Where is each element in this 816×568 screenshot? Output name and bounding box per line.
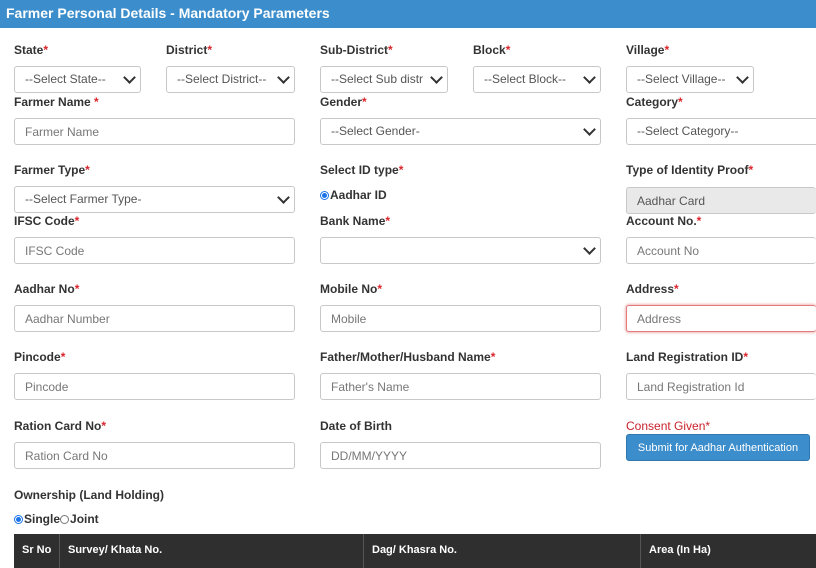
radio-selected-icon xyxy=(320,190,329,200)
ownership-label: Ownership (Land Holding) xyxy=(14,488,164,502)
subdistrict-select[interactable]: --Select Sub distr xyxy=(320,66,448,93)
chevron-down-icon xyxy=(277,71,290,84)
gender-select[interactable]: --Select Gender- xyxy=(320,118,601,145)
address-label: Address* xyxy=(626,282,679,296)
guardian-name-input[interactable] xyxy=(320,373,601,400)
land-reg-id-label: Land Registration ID* xyxy=(626,350,749,364)
bank-name-label: Bank Name* xyxy=(320,214,391,228)
state-label: State* xyxy=(14,43,49,57)
address-input[interactable] xyxy=(626,305,816,332)
col-area: Area (In Ha) xyxy=(649,544,711,556)
village-select[interactable]: --Select Village-- xyxy=(626,66,754,93)
land-reg-id-input[interactable] xyxy=(626,373,816,400)
dob-input[interactable] xyxy=(320,442,601,469)
farmer-name-input[interactable] xyxy=(14,118,295,145)
id-type-label: Select ID type* xyxy=(320,163,404,177)
ration-card-label: Ration Card No* xyxy=(14,419,107,433)
block-select[interactable]: --Select Block-- xyxy=(473,66,601,93)
farmer-type-label: Farmer Type* xyxy=(14,163,90,177)
pincode-label: Pincode* xyxy=(14,350,66,364)
identity-proof-label: Type of Identity Proof* xyxy=(626,163,754,177)
chevron-down-icon xyxy=(583,242,596,255)
chevron-down-icon xyxy=(583,123,596,136)
aadhar-no-input[interactable] xyxy=(14,305,295,332)
joint-label: Joint xyxy=(70,512,99,526)
ifsc-input[interactable] xyxy=(14,237,295,264)
gender-label: Gender* xyxy=(320,95,367,109)
identity-proof-field xyxy=(626,187,816,214)
consent-label: Consent Given* xyxy=(626,419,711,433)
chevron-down-icon xyxy=(430,71,443,84)
submit-aadhar-auth-button[interactable]: Submit for Aadhar Authentication xyxy=(626,434,810,461)
ration-card-input[interactable] xyxy=(14,442,295,469)
dob-label: Date of Birth xyxy=(320,419,392,433)
account-no-input[interactable] xyxy=(626,237,816,264)
block-label: Block* xyxy=(473,43,511,57)
col-survey-khata-no: Survey/ Khata No. xyxy=(60,534,364,568)
aadhar-no-label: Aadhar No* xyxy=(14,282,80,296)
pincode-input[interactable] xyxy=(14,373,295,400)
mobile-no-label: Mobile No* xyxy=(320,282,382,296)
farmer-name-label: Farmer Name * xyxy=(14,95,99,109)
mobile-no-input[interactable] xyxy=(320,305,601,332)
state-select[interactable]: --Select State-- xyxy=(14,66,141,93)
joint-radio[interactable] xyxy=(60,514,70,524)
bank-name-select[interactable] xyxy=(320,237,601,264)
guardian-name-label: Father/Mother/Husband Name* xyxy=(320,350,496,364)
village-label: Village* xyxy=(626,43,670,57)
aadhar-id-radio[interactable]: Aadhar ID xyxy=(320,188,387,202)
district-label: District* xyxy=(166,43,213,57)
land-holding-table-header: Sr No Survey/ Khata No. Dag/ Khasra No. … xyxy=(14,534,816,568)
section-header: Farmer Personal Details - Mandatory Para… xyxy=(0,0,816,28)
chevron-down-icon xyxy=(123,71,136,84)
ownership-radio-group: Single Joint xyxy=(14,512,99,526)
chevron-down-icon xyxy=(583,71,596,84)
category-label: Category* xyxy=(626,95,683,109)
account-no-label: Account No.* xyxy=(626,214,702,228)
chevron-down-icon xyxy=(736,71,749,84)
single-radio[interactable] xyxy=(14,514,23,524)
district-select[interactable]: --Select District-- xyxy=(166,66,295,93)
category-select[interactable]: --Select Category-- xyxy=(626,118,816,145)
chevron-down-icon xyxy=(277,191,290,204)
farmer-type-select[interactable]: --Select Farmer Type- xyxy=(14,186,295,213)
col-sr-no: Sr No xyxy=(14,534,60,568)
col-dag-khasra-no: Dag/ Khasra No. xyxy=(364,534,641,568)
ifsc-label: IFSC Code* xyxy=(14,214,80,228)
single-label: Single xyxy=(24,512,61,526)
subdistrict-label: Sub-District* xyxy=(320,43,393,57)
